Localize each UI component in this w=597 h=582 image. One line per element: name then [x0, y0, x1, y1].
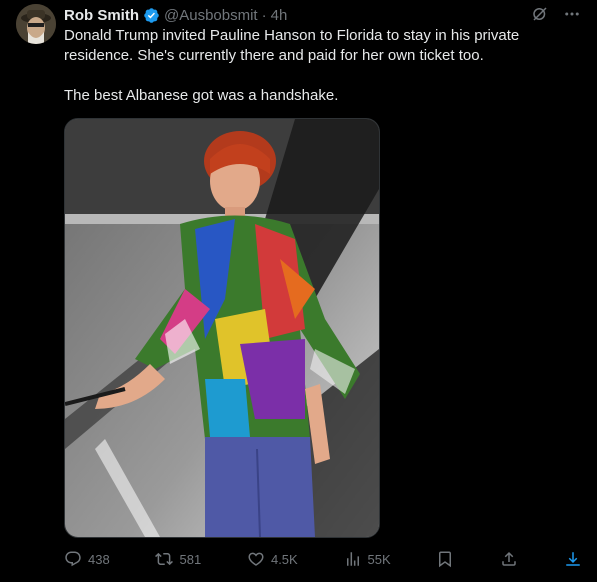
repost-button[interactable]: 581 — [155, 550, 201, 568]
grok-icon[interactable] — [531, 5, 549, 23]
post-actions: 438 581 4.5K 55K — [64, 548, 582, 570]
post-image[interactable] — [64, 118, 380, 538]
reply-button[interactable]: 438 — [64, 550, 110, 568]
post-header: Rob Smith @Ausbobsmit · 4h — [64, 5, 287, 25]
views-button[interactable]: 55K — [344, 550, 391, 568]
post-text-line: The best Albanese got was a handshake. — [64, 87, 339, 104]
avatar[interactable] — [16, 4, 56, 44]
share-icon — [502, 551, 516, 566]
like-button[interactable]: 4.5K — [247, 550, 298, 568]
separator-dot: · — [261, 6, 267, 24]
verified-badge-icon — [143, 7, 160, 24]
download-icon — [566, 552, 580, 566]
post-top-actions — [531, 5, 581, 23]
post-time[interactable]: 4h — [271, 7, 288, 24]
share-button[interactable] — [500, 550, 518, 568]
views-count: 55K — [367, 551, 391, 567]
repost-icon — [155, 552, 174, 566]
like-count: 4.5K — [270, 551, 298, 567]
author-handle[interactable]: @Ausbobsmit — [164, 7, 258, 24]
repost-count: 581 — [179, 551, 202, 567]
more-icon[interactable] — [563, 5, 581, 23]
post: Rob Smith @Ausbobsmit · 4h Donald Trump … — [0, 0, 597, 582]
bookmark-button[interactable] — [436, 550, 454, 568]
views-icon — [346, 552, 359, 566]
reply-icon — [65, 551, 81, 567]
reply-count: 438 — [88, 551, 110, 567]
post-text: Donald Trump invited Pauline Hanson to F… — [64, 26, 579, 106]
heart-icon — [248, 552, 264, 566]
author-name[interactable]: Rob Smith — [64, 7, 139, 24]
post-text-line: Donald Trump invited Pauline Hanson to F… — [64, 27, 520, 64]
bookmark-icon — [439, 551, 452, 568]
download-button[interactable] — [564, 550, 582, 568]
